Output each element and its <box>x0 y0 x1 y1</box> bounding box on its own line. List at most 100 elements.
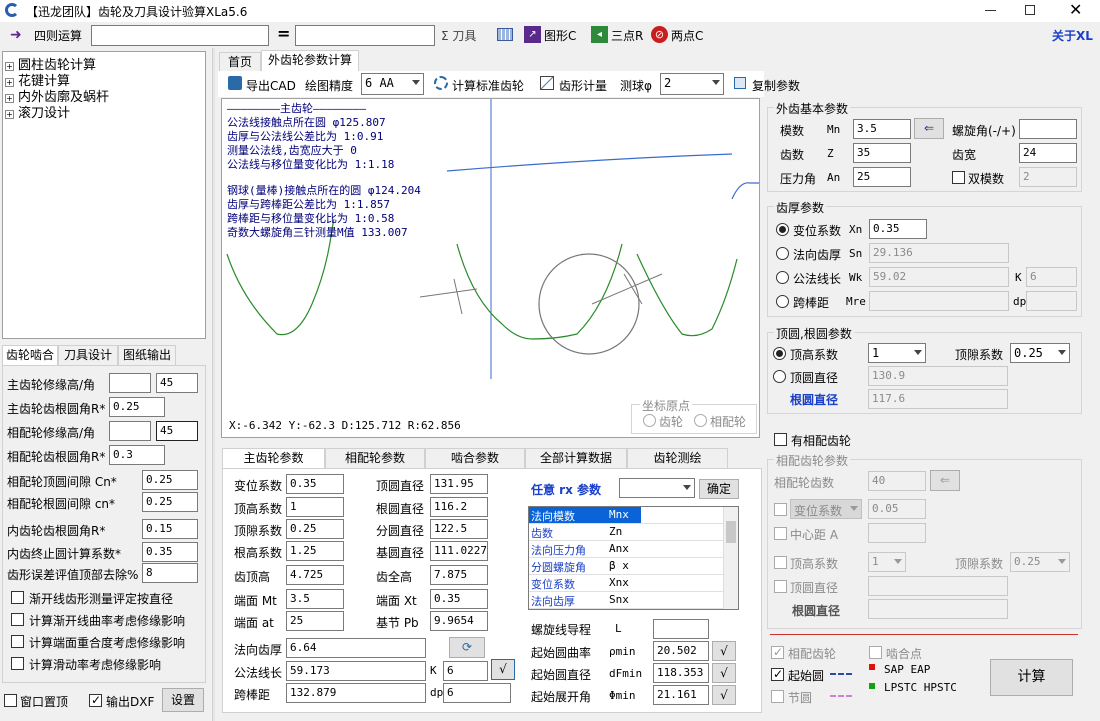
legend-pitch-check[interactable] <box>771 690 784 703</box>
curvature-sqrt-button[interactable]: √ <box>712 641 736 661</box>
mate-root-fillet[interactable]: 0.3 <box>109 445 165 465</box>
ball-diameter-select[interactable]: 2 <box>660 73 724 95</box>
module-input[interactable]: 3.5 <box>853 119 911 139</box>
check-involute-diameter[interactable] <box>11 591 24 604</box>
result-pitch-dia[interactable]: 122.5 <box>430 519 488 539</box>
start-angle-sqrt-button[interactable]: √ <box>712 685 736 705</box>
main-tip-relief-height[interactable] <box>109 373 151 393</box>
span-radio[interactable] <box>776 271 789 284</box>
center-distance-check[interactable] <box>774 527 787 540</box>
mdim-input[interactable] <box>869 291 1009 311</box>
measure-icon[interactable] <box>540 76 554 90</box>
tip-diameter-input[interactable]: 130.9 <box>868 366 1008 386</box>
result-normal-thickness[interactable]: 6.64 <box>286 638 426 658</box>
mate-tip-input[interactable] <box>868 576 1008 596</box>
addendum-radio[interactable] <box>773 347 786 360</box>
graph-button[interactable]: 图形C <box>544 27 576 44</box>
check-overlap-relief[interactable] <box>11 635 24 648</box>
result-base-dia[interactable]: 111.0227 <box>430 541 488 561</box>
list-scrollbar[interactable] <box>723 507 738 609</box>
result-at[interactable]: 25 <box>286 611 344 631</box>
mate-shift-select[interactable]: 变位系数 <box>790 499 862 519</box>
lead-input[interactable] <box>653 619 709 639</box>
tab-main-gear[interactable]: 主齿轮参数 <box>222 448 325 468</box>
check-topmost[interactable] <box>4 694 17 707</box>
two-point-button[interactable]: 两点C <box>671 27 703 44</box>
tree-item-hob[interactable]: + 滚刀设计 <box>5 102 70 121</box>
list-item[interactable]: 法向模数 Mnx <box>529 507 738 524</box>
copy-icon[interactable] <box>734 77 746 89</box>
mate-tip-check[interactable] <box>774 580 787 593</box>
graph-icon[interactable]: ↗ <box>524 26 541 43</box>
result-root-dia[interactable]: 116.2 <box>430 497 488 517</box>
result-k[interactable]: 6 <box>443 661 488 681</box>
any-param-select[interactable] <box>619 478 695 498</box>
gear-calc-icon[interactable] <box>434 76 448 90</box>
result-shift[interactable]: 0.35 <box>286 474 344 494</box>
tab-mate-gear[interactable]: 相配轮参数 <box>325 448 425 468</box>
precision-select[interactable]: 6 AA <box>361 73 424 95</box>
calc-standard-button[interactable]: 计算标准齿轮 <box>452 77 524 94</box>
mate-tip-relief-height[interactable] <box>109 421 151 441</box>
dual-module-check[interactable] <box>952 171 965 184</box>
export-cad-icon[interactable] <box>228 76 242 90</box>
dual-module-input[interactable]: 2 <box>1019 167 1077 187</box>
legend-mesh-check[interactable] <box>869 646 882 659</box>
result-mt[interactable]: 3.5 <box>286 589 344 609</box>
two-point-icon[interactable]: ⊘ <box>651 26 668 43</box>
mate-shift-input[interactable]: 0.05 <box>868 499 926 519</box>
clearance-select[interactable]: 0.25 <box>1010 343 1070 363</box>
mate-addendum-select[interactable]: 1 <box>868 552 906 572</box>
result-clearance[interactable]: 0.25 <box>286 519 344 539</box>
export-cad-button[interactable]: 导出CAD <box>246 77 296 94</box>
main-tip-relief-angle[interactable]: 45 <box>156 373 198 393</box>
calc-input[interactable] <box>91 25 269 46</box>
main-root-fillet[interactable]: 0.25 <box>109 397 165 417</box>
center-distance-input[interactable] <box>868 523 926 543</box>
scroll-thumb[interactable] <box>726 521 736 543</box>
pressure-angle-input[interactable]: 25 <box>853 167 911 187</box>
result-pb[interactable]: 9.9654 <box>430 611 488 631</box>
result-dedendum[interactable]: 1.25 <box>286 541 344 561</box>
check-sliding-relief[interactable] <box>11 657 24 670</box>
root-diameter-input[interactable]: 117.6 <box>868 389 1008 409</box>
mate-root-input[interactable] <box>868 599 1008 619</box>
teeth-input[interactable]: 35 <box>853 143 911 163</box>
legend-start-check[interactable] <box>771 668 784 681</box>
tab-home[interactable]: 首页 <box>219 52 261 72</box>
refresh-button[interactable]: ⟳ <box>449 637 485 658</box>
mate-root-clearance[interactable]: 0.25 <box>142 492 198 512</box>
list-item[interactable]: 分圆螺旋角 β x <box>529 558 738 575</box>
tip-diameter-radio[interactable] <box>773 370 786 383</box>
list-item[interactable]: 变位系数 Xnx <box>529 575 738 592</box>
tab-mesh[interactable]: 啮合参数 <box>425 448 525 468</box>
legend-mate-check[interactable] <box>771 646 784 659</box>
tab-mapping[interactable]: 齿轮测绘 <box>627 448 728 468</box>
close-icon[interactable]: ✕ <box>1069 0 1082 19</box>
result-addendum-height[interactable]: 4.725 <box>286 565 344 585</box>
measure-button[interactable]: 齿形计量 <box>559 77 607 94</box>
normal-thickness-radio[interactable] <box>776 247 789 260</box>
span-input[interactable]: 59.02 <box>869 267 1009 287</box>
mate-teeth-input[interactable]: 40 <box>868 471 926 491</box>
mdim-dp-input[interactable] <box>1026 291 1077 311</box>
tab-tool-design[interactable]: 刀具设计 <box>58 345 118 365</box>
check-curvature-relief[interactable] <box>11 613 24 626</box>
shift-input[interactable]: 0.35 <box>869 219 927 239</box>
mate-clearance-select[interactable]: 0.25 <box>1010 552 1070 572</box>
maximize-icon[interactable] <box>1025 5 1035 15</box>
drawing-canvas[interactable]: ————————主齿轮———————— 公法线接触点所在圆 φ125.807 齿… <box>221 98 760 438</box>
origin-mate-radio[interactable] <box>694 414 707 427</box>
start-angle-input[interactable]: 21.161 <box>653 685 709 705</box>
mdim-radio[interactable] <box>776 295 789 308</box>
three-point-icon[interactable]: ◂ <box>591 26 608 43</box>
internal-root-fillet[interactable]: 0.15 <box>142 519 198 539</box>
result-addendum[interactable]: 1 <box>286 497 344 517</box>
addendum-select[interactable]: 1 <box>868 343 926 363</box>
mate-shift-check[interactable] <box>774 503 787 516</box>
shift-radio[interactable] <box>776 223 789 236</box>
origin-gear-radio[interactable] <box>643 414 656 427</box>
calc-result[interactable] <box>295 25 435 46</box>
span-sqrt-button[interactable]: √ <box>491 659 515 680</box>
mate-tip-clearance[interactable]: 0.25 <box>142 470 198 490</box>
